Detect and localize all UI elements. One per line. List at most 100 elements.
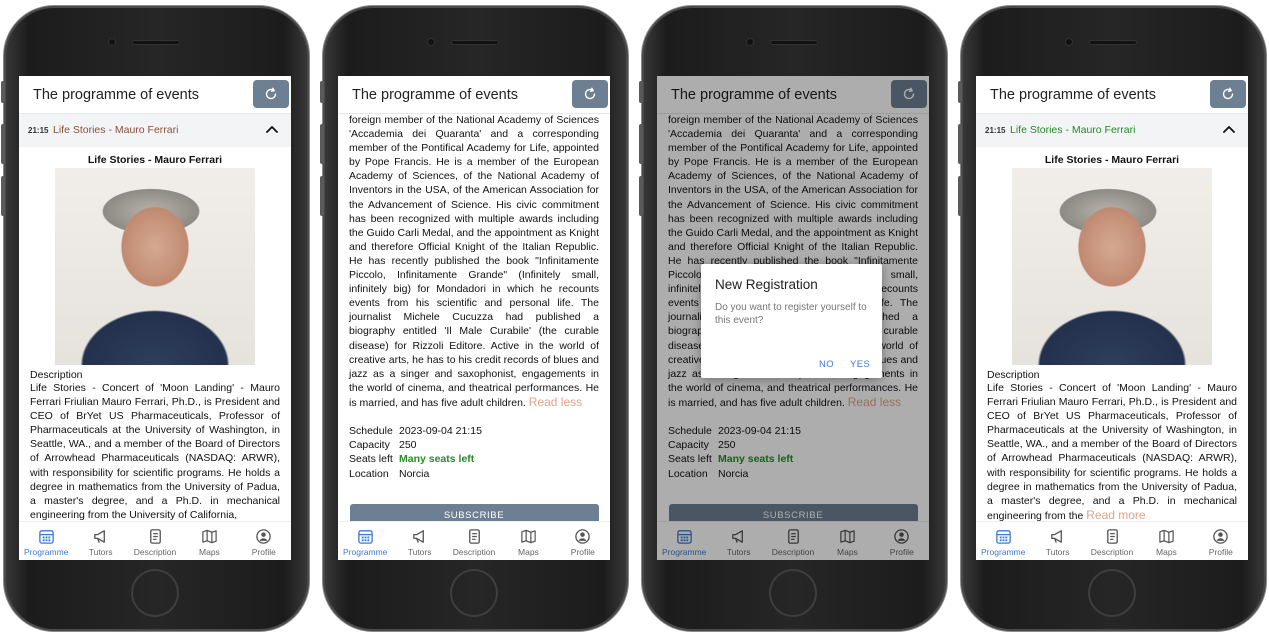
refresh-button[interactable]	[253, 80, 289, 108]
megaphone-icon	[92, 528, 109, 545]
page-title: The programme of events	[352, 87, 519, 103]
tab-profile[interactable]: Profile	[237, 522, 291, 560]
refresh-button[interactable]	[572, 80, 608, 108]
tab-bar: Programme Tutors Description Maps Profil…	[976, 521, 1248, 560]
capacity-value: 250	[399, 439, 417, 452]
description-label: Description	[30, 369, 83, 381]
tab-label: Profile	[570, 547, 595, 557]
description-text-long: foreign member of the National Academy o…	[349, 114, 599, 410]
camera	[108, 38, 116, 46]
description-label: Description	[987, 369, 1040, 381]
map-icon	[520, 528, 537, 545]
tab-maps[interactable]: Maps	[501, 522, 555, 560]
calendar-icon	[995, 528, 1012, 545]
event-header[interactable]: 21:15 Life Stories - Mauro Ferrari	[19, 114, 291, 147]
document-icon	[1104, 528, 1121, 545]
schedule-key: Schedule	[349, 424, 393, 437]
document-icon	[466, 528, 483, 545]
tab-tutors[interactable]: Tutors	[1030, 522, 1084, 560]
dialog-title: New Registration	[715, 277, 818, 292]
tab-label: Maps	[199, 547, 220, 557]
screen-4: The programme of events 21:15 Life Stori…	[976, 76, 1248, 560]
chevron-up-icon[interactable]	[1222, 124, 1236, 134]
tab-tutors[interactable]: Tutors	[73, 522, 127, 560]
subscribe-button[interactable]: SUBSCRIBE	[349, 503, 599, 522]
tab-label: Profile	[1208, 547, 1233, 557]
event-title: Life Stories - Mauro Ferrari	[87, 154, 223, 166]
camera	[427, 38, 435, 46]
registration-dialog: New Registration Do you want to register…	[701, 264, 882, 378]
tab-programme[interactable]: Programme	[976, 522, 1030, 560]
page-title: The programme of events	[990, 87, 1157, 103]
dialog-no-button[interactable]: NO	[819, 359, 834, 370]
read-more-link[interactable]: Read more	[1086, 508, 1145, 522]
phone-frame-4: The programme of events 21:15 Life Stori…	[958, 6, 1266, 631]
camera	[746, 38, 754, 46]
description-text: Life Stories - Concert of 'Moon Landing'…	[987, 382, 1237, 522]
description-text-wrap: Life Stories - Concert of 'Moon Landing'…	[987, 381, 1237, 522]
tab-label: Maps	[518, 547, 539, 557]
screen-1: The programme of events 21:15 Life Stori…	[19, 76, 291, 560]
event-title: Life Stories - Mauro Ferrari	[1044, 154, 1180, 166]
seats-value: Many seats left	[399, 453, 475, 466]
event-name: Life Stories - Mauro Ferrari	[53, 124, 179, 136]
event-detail-scrolled: foreign member of the National Academy o…	[338, 114, 610, 522]
tab-label: Description	[452, 547, 496, 557]
tab-label: Programme	[981, 547, 1026, 557]
tab-description[interactable]: Description	[1085, 522, 1139, 560]
dialog-yes-button[interactable]: YES	[850, 359, 870, 370]
document-icon	[147, 528, 164, 545]
event-time: 21:15	[985, 126, 1006, 135]
speaker	[451, 40, 499, 45]
profile-icon	[255, 528, 272, 545]
speaker	[132, 40, 180, 45]
home-button[interactable]	[131, 569, 179, 617]
tab-description[interactable]: Description	[128, 522, 182, 560]
tab-maps[interactable]: Maps	[182, 522, 236, 560]
tab-description[interactable]: Description	[447, 522, 501, 560]
event-time: 21:15	[28, 126, 49, 135]
tab-profile[interactable]: Profile	[556, 522, 610, 560]
tab-label: Tutors	[88, 547, 113, 557]
phone-frame-2: The programme of events foreign member o…	[320, 6, 628, 631]
event-header[interactable]: 21:15 Life Stories - Mauro Ferrari	[976, 114, 1248, 147]
event-detail: Life Stories - Mauro Ferrari Description…	[19, 148, 291, 522]
profile-icon	[574, 528, 591, 545]
speaker-photo	[1012, 168, 1212, 365]
page-title: The programme of events	[33, 87, 200, 103]
top-bar: The programme of events	[976, 76, 1248, 114]
tab-label: Tutors	[1045, 547, 1070, 557]
tab-tutors[interactable]: Tutors	[392, 522, 446, 560]
read-less-link[interactable]: Read less	[529, 395, 582, 409]
tab-label: Description	[1090, 547, 1134, 557]
tab-label: Maps	[1156, 547, 1177, 557]
tab-label: Tutors	[407, 547, 432, 557]
description-text: Life Stories - Concert of 'Moon Landing'…	[30, 382, 280, 521]
home-button[interactable]	[450, 569, 498, 617]
phone-frame-3: The programme of events foreign member o…	[639, 6, 947, 631]
home-button[interactable]	[769, 569, 817, 617]
refresh-button[interactable]	[1210, 80, 1246, 108]
schedule-info: Schedule 2023-09-04 21:15 Capacity 250 Sea…	[349, 424, 599, 481]
profile-icon	[1212, 528, 1229, 545]
map-icon	[201, 528, 218, 545]
phone-frame-1: The programme of events 21:15 Life Stori…	[1, 6, 309, 631]
tab-maps[interactable]: Maps	[1139, 522, 1193, 560]
tab-profile[interactable]: Profile	[1194, 522, 1248, 560]
tab-programme[interactable]: Programme	[338, 522, 392, 560]
tab-bar: Programme Tutors Description Maps Profil…	[338, 521, 610, 560]
tab-label: Profile	[251, 547, 276, 557]
calendar-icon	[357, 528, 374, 545]
tab-programme[interactable]: Programme	[19, 522, 73, 560]
speaker	[770, 40, 818, 45]
speaker-photo	[55, 168, 255, 365]
chevron-up-icon[interactable]	[265, 124, 279, 134]
home-button[interactable]	[1088, 569, 1136, 617]
dialog-message: Do you want to register yourself to this…	[715, 302, 867, 326]
calendar-icon	[38, 528, 55, 545]
capacity-key: Capacity	[349, 439, 390, 452]
tab-label: Programme	[24, 547, 69, 557]
schedule-value: 2023-09-04 21:15	[399, 424, 482, 437]
tab-label: Programme	[343, 547, 388, 557]
speaker	[1089, 40, 1137, 45]
